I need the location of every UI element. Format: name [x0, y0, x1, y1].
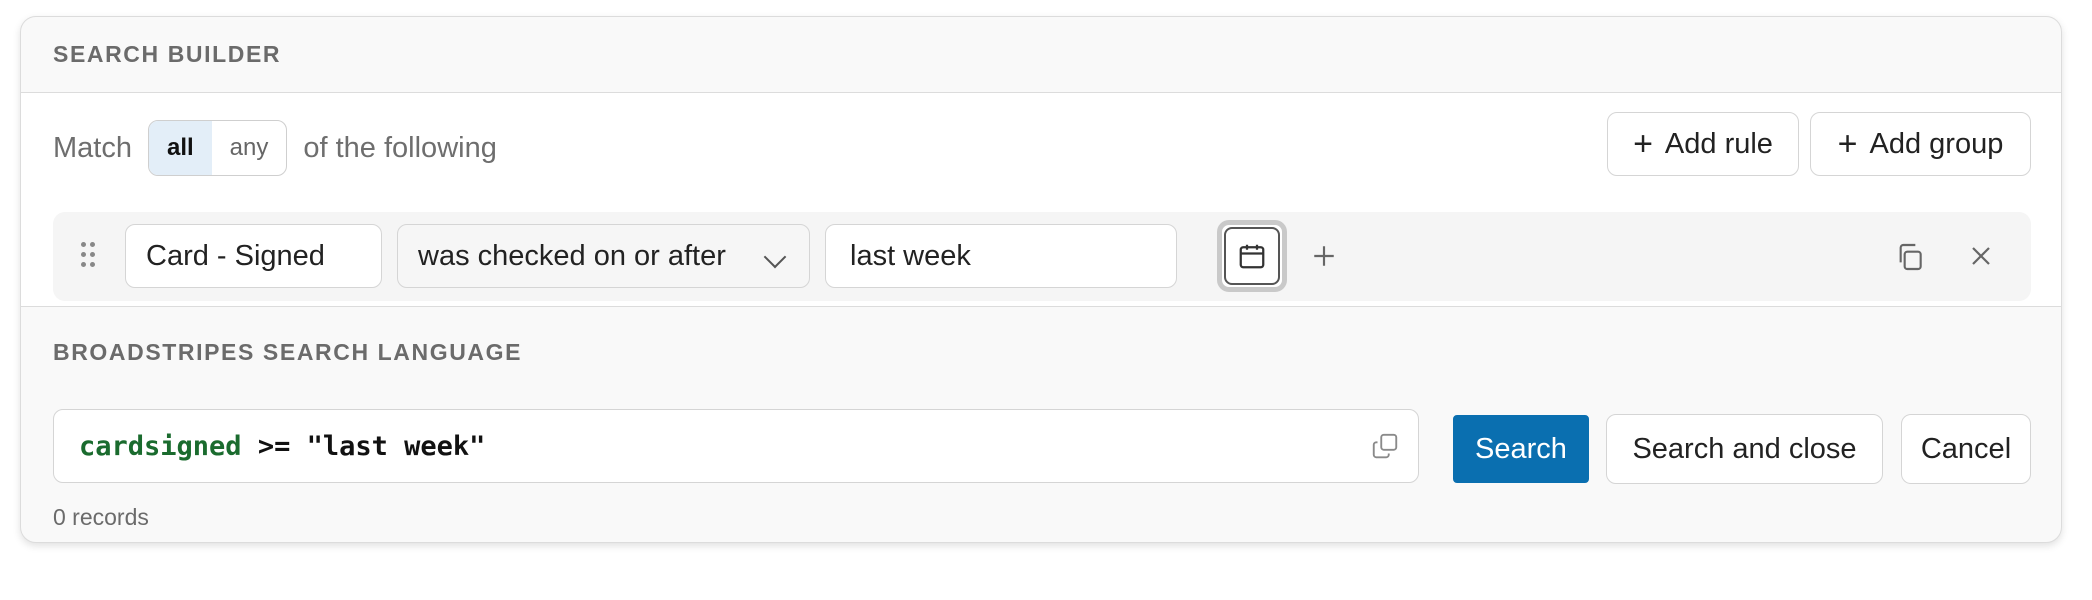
plus-icon: + [1837, 125, 1858, 163]
code-expression: >= "last week" [241, 430, 486, 462]
language-title: BROADSTRIPES SEARCH LANGUAGE [53, 339, 523, 365]
rule-field-select[interactable]: Card - Signed [125, 224, 382, 288]
match-toggle: all any [147, 120, 288, 176]
match-label: Match [53, 131, 132, 164]
search-and-close-button[interactable]: Search and close [1606, 414, 1883, 484]
plus-icon: + [1633, 125, 1653, 163]
drag-handle-icon[interactable] [81, 242, 95, 270]
calendar-button[interactable] [1217, 220, 1287, 292]
add-group-label: Add group [1869, 127, 2004, 160]
chevron-down-icon [763, 245, 787, 269]
plus-icon [1314, 246, 1334, 266]
match-any-option[interactable]: any [212, 121, 287, 175]
search-language-section: BROADSTRIPES SEARCH LANGUAGE cardsigned … [21, 307, 2061, 542]
panel-title: SEARCH BUILDER [53, 41, 282, 67]
search-button[interactable]: Search [1453, 415, 1589, 483]
add-rule-button[interactable]: + Add rule [1607, 112, 1799, 176]
calendar-icon [1224, 227, 1280, 285]
add-group-button[interactable]: + Add group [1810, 112, 2031, 176]
rule-value-text: last week [850, 239, 971, 272]
rule-operator-value: was checked on or after [418, 239, 726, 272]
cancel-button[interactable]: Cancel [1901, 414, 2031, 484]
remove-rule-button[interactable] [1963, 238, 1999, 274]
search-language-input[interactable]: cardsigned >= "last week" [53, 409, 1419, 483]
copy-icon[interactable] [1370, 431, 1400, 468]
panel-header: SEARCH BUILDER [21, 17, 2061, 93]
match-all-option[interactable]: all [148, 121, 212, 175]
match-row: Match all any of the following [53, 120, 497, 176]
rule-operator-select[interactable]: was checked on or after [397, 224, 810, 288]
rule-value-input[interactable]: last week [825, 224, 1177, 288]
match-suffix: of the following [303, 131, 497, 164]
close-icon [1972, 247, 1990, 265]
rule-row: Card - Signed was checked on or after la… [53, 212, 2031, 301]
duplicate-icon [1899, 243, 1922, 271]
duplicate-rule-button[interactable] [1891, 238, 1929, 276]
add-rule-label: Add rule [1664, 127, 1773, 160]
add-condition-button[interactable] [1306, 238, 1342, 274]
search-builder-body: Match all any of the following + Add rul… [21, 93, 2061, 307]
rule-field-value: Card - Signed [146, 239, 325, 272]
records-count: 0 records [53, 504, 149, 530]
code-field-name: cardsigned [79, 430, 242, 462]
search-builder-panel: SEARCH BUILDER Match all any of the foll… [20, 16, 2062, 543]
